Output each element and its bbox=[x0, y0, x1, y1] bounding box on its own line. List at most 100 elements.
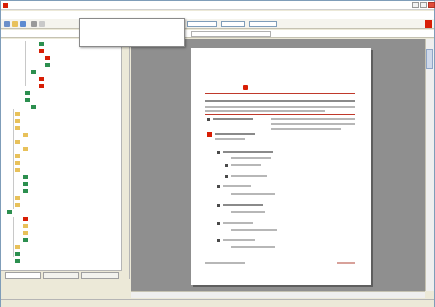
folder-icon bbox=[23, 147, 28, 151]
tree-node[interactable] bbox=[1, 202, 121, 208]
tree-node[interactable] bbox=[1, 209, 121, 215]
tree-node[interactable] bbox=[1, 97, 121, 103]
tree-node[interactable] bbox=[1, 174, 121, 180]
document-icon bbox=[15, 252, 20, 256]
toolbar-field-3[interactable] bbox=[249, 21, 277, 27]
document-icon bbox=[25, 98, 30, 102]
document-icon bbox=[23, 189, 28, 193]
tree-node[interactable] bbox=[1, 237, 121, 243]
footer-text bbox=[205, 262, 245, 264]
tree-node[interactable] bbox=[1, 69, 121, 75]
maximize-button[interactable] bbox=[420, 2, 427, 8]
bullet-icon bbox=[217, 151, 220, 154]
tree-node[interactable] bbox=[1, 111, 121, 117]
document-icon bbox=[25, 91, 30, 95]
folder-icon bbox=[15, 112, 20, 116]
tree-node[interactable] bbox=[1, 139, 121, 145]
menu-bar bbox=[1, 11, 434, 19]
status-bar bbox=[1, 299, 434, 307]
document-icon bbox=[31, 105, 36, 109]
title-rule bbox=[205, 93, 355, 94]
menu-dropdown bbox=[79, 18, 185, 47]
sidebar-tab-1[interactable] bbox=[5, 272, 41, 279]
tree-node[interactable] bbox=[1, 55, 121, 61]
title-bar bbox=[1, 1, 435, 10]
text-line bbox=[223, 239, 255, 241]
pdf-page bbox=[191, 48, 371, 285]
tree-node[interactable] bbox=[1, 244, 121, 250]
sidebar-tabs bbox=[1, 270, 122, 279]
text-line bbox=[223, 222, 253, 224]
pdf-section-icon bbox=[207, 132, 212, 137]
address-bar bbox=[1, 30, 434, 38]
pdf-file-icon bbox=[39, 77, 44, 81]
document-icon bbox=[23, 175, 28, 179]
text-line bbox=[231, 164, 261, 166]
pdf-toolbar-icon[interactable] bbox=[425, 20, 432, 28]
tree-node[interactable] bbox=[1, 223, 121, 229]
text-line bbox=[205, 100, 355, 102]
text-line bbox=[215, 138, 245, 140]
toolbar-save-icon[interactable] bbox=[20, 21, 26, 27]
toolbar-print-icon[interactable] bbox=[31, 21, 37, 27]
vertical-scrollbar[interactable] bbox=[425, 39, 434, 291]
tree-node[interactable] bbox=[1, 230, 121, 236]
document-icon bbox=[15, 259, 20, 263]
text-line bbox=[215, 133, 255, 135]
text-line bbox=[231, 193, 275, 195]
tree-node[interactable] bbox=[1, 251, 121, 257]
toolbar-field-2[interactable] bbox=[221, 21, 245, 27]
address-input[interactable] bbox=[191, 31, 271, 37]
bullet-icon bbox=[217, 204, 220, 207]
toolbar bbox=[1, 19, 434, 29]
pdf-file-icon bbox=[23, 217, 28, 221]
toolbar-search-icon[interactable] bbox=[39, 21, 45, 27]
tree-node[interactable] bbox=[1, 83, 121, 89]
tree-node[interactable] bbox=[1, 125, 121, 131]
document-icon bbox=[23, 238, 28, 242]
text-line bbox=[231, 211, 265, 213]
bullet-icon bbox=[217, 185, 220, 188]
tree-node[interactable] bbox=[1, 62, 121, 68]
tree-node[interactable] bbox=[1, 188, 121, 194]
tree-node[interactable] bbox=[1, 104, 121, 110]
text-line bbox=[223, 185, 251, 187]
sidebar-tab-2[interactable] bbox=[43, 272, 79, 279]
tree-node[interactable] bbox=[1, 118, 121, 124]
bullet-icon bbox=[217, 222, 220, 225]
tree-node[interactable] bbox=[1, 76, 121, 82]
tree-node[interactable] bbox=[1, 90, 121, 96]
text-line bbox=[231, 175, 267, 177]
vertical-scroll-thumb[interactable] bbox=[426, 49, 433, 69]
text-line bbox=[271, 123, 355, 125]
tree-node[interactable] bbox=[1, 160, 121, 166]
tree-node[interactable] bbox=[1, 181, 121, 187]
document-icon bbox=[23, 182, 28, 186]
toolbar-new-icon[interactable] bbox=[4, 21, 10, 27]
tree-node[interactable] bbox=[1, 146, 121, 152]
folder-icon bbox=[23, 231, 28, 235]
app-icon bbox=[3, 3, 8, 8]
tree-node[interactable] bbox=[1, 48, 121, 54]
folder-icon bbox=[15, 245, 20, 249]
document-icon bbox=[39, 42, 44, 46]
text-line bbox=[231, 229, 277, 231]
toolbar-field-1[interactable] bbox=[187, 21, 217, 27]
footer-page-number bbox=[337, 262, 355, 264]
close-button[interactable] bbox=[428, 2, 435, 8]
toolbar-open-icon[interactable] bbox=[12, 21, 18, 27]
tree-node[interactable] bbox=[1, 216, 121, 222]
folder-icon bbox=[15, 168, 20, 172]
tree-node[interactable] bbox=[1, 167, 121, 173]
horizontal-scrollbar[interactable] bbox=[131, 291, 425, 298]
tree-node[interactable] bbox=[1, 195, 121, 201]
tree-node[interactable] bbox=[1, 132, 121, 138]
folder-icon bbox=[15, 126, 20, 130]
sidebar-tab-3[interactable] bbox=[81, 272, 119, 279]
text-line bbox=[271, 128, 341, 130]
pane-splitter[interactable] bbox=[122, 39, 130, 279]
minimize-button[interactable] bbox=[412, 2, 419, 8]
folder-icon bbox=[15, 140, 20, 144]
tree-node[interactable] bbox=[1, 153, 121, 159]
tree-node[interactable] bbox=[1, 258, 121, 264]
